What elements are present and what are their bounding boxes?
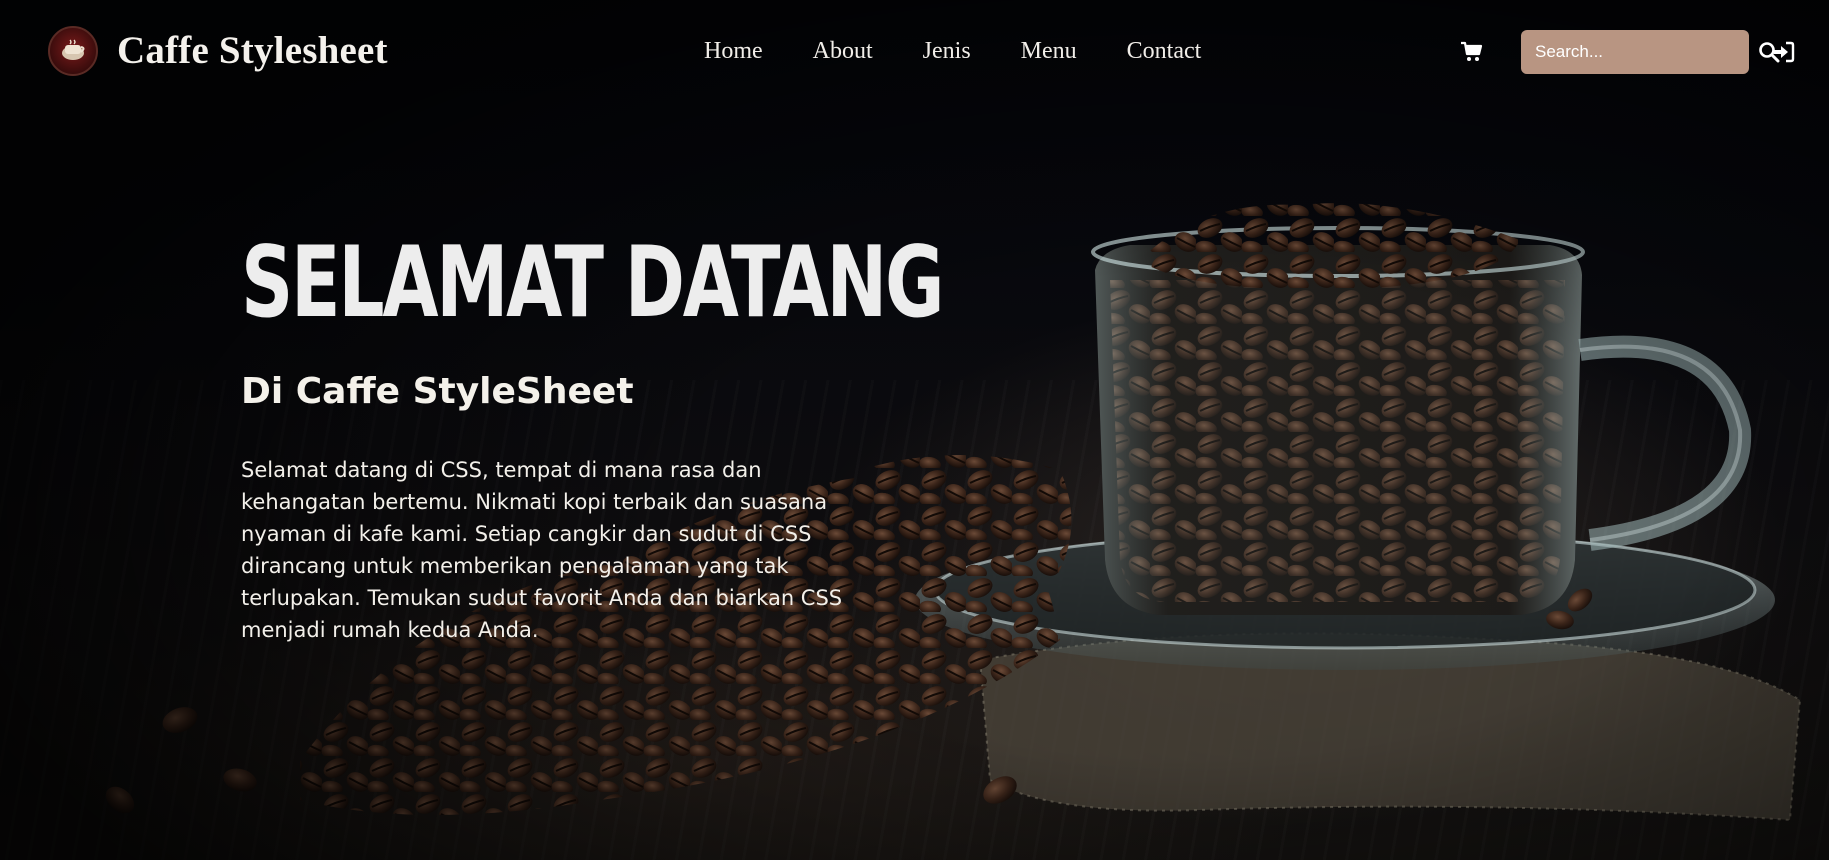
nav-link-contact[interactable]: Contact [1127,34,1202,68]
hero-heading: SELAMAT DATANG [241,226,944,340]
nav-link-jenis[interactable]: Jenis [923,34,971,68]
nav-links: Home About Jenis Menu Contact [704,34,1201,68]
brand[interactable]: Caffe Stylesheet [48,26,388,76]
landing-page: Caffe Stylesheet Home About Jenis Menu C… [0,0,1829,860]
sign-in-icon[interactable] [1772,40,1796,64]
nav-link-about[interactable]: About [813,34,873,68]
coffee-logo-icon[interactable] [48,26,98,76]
navbar: Caffe Stylesheet Home About Jenis Menu C… [0,0,1829,104]
nav-link-menu[interactable]: Menu [1021,34,1077,68]
nav-link-home[interactable]: Home [704,34,763,68]
search-input[interactable] [1533,29,1758,75]
hero-subheading: Di Caffe StyleSheet [241,371,634,412]
brand-title[interactable]: Caffe Stylesheet [117,26,388,76]
hero-paragraph: Selamat datang di CSS, tempat di mana ra… [241,458,843,642]
cart-icon[interactable] [1460,40,1484,64]
search-box [1521,29,1780,75]
hero-section: SELAMAT DATANG Di Caffe StyleSheet Selam… [241,234,1189,646]
